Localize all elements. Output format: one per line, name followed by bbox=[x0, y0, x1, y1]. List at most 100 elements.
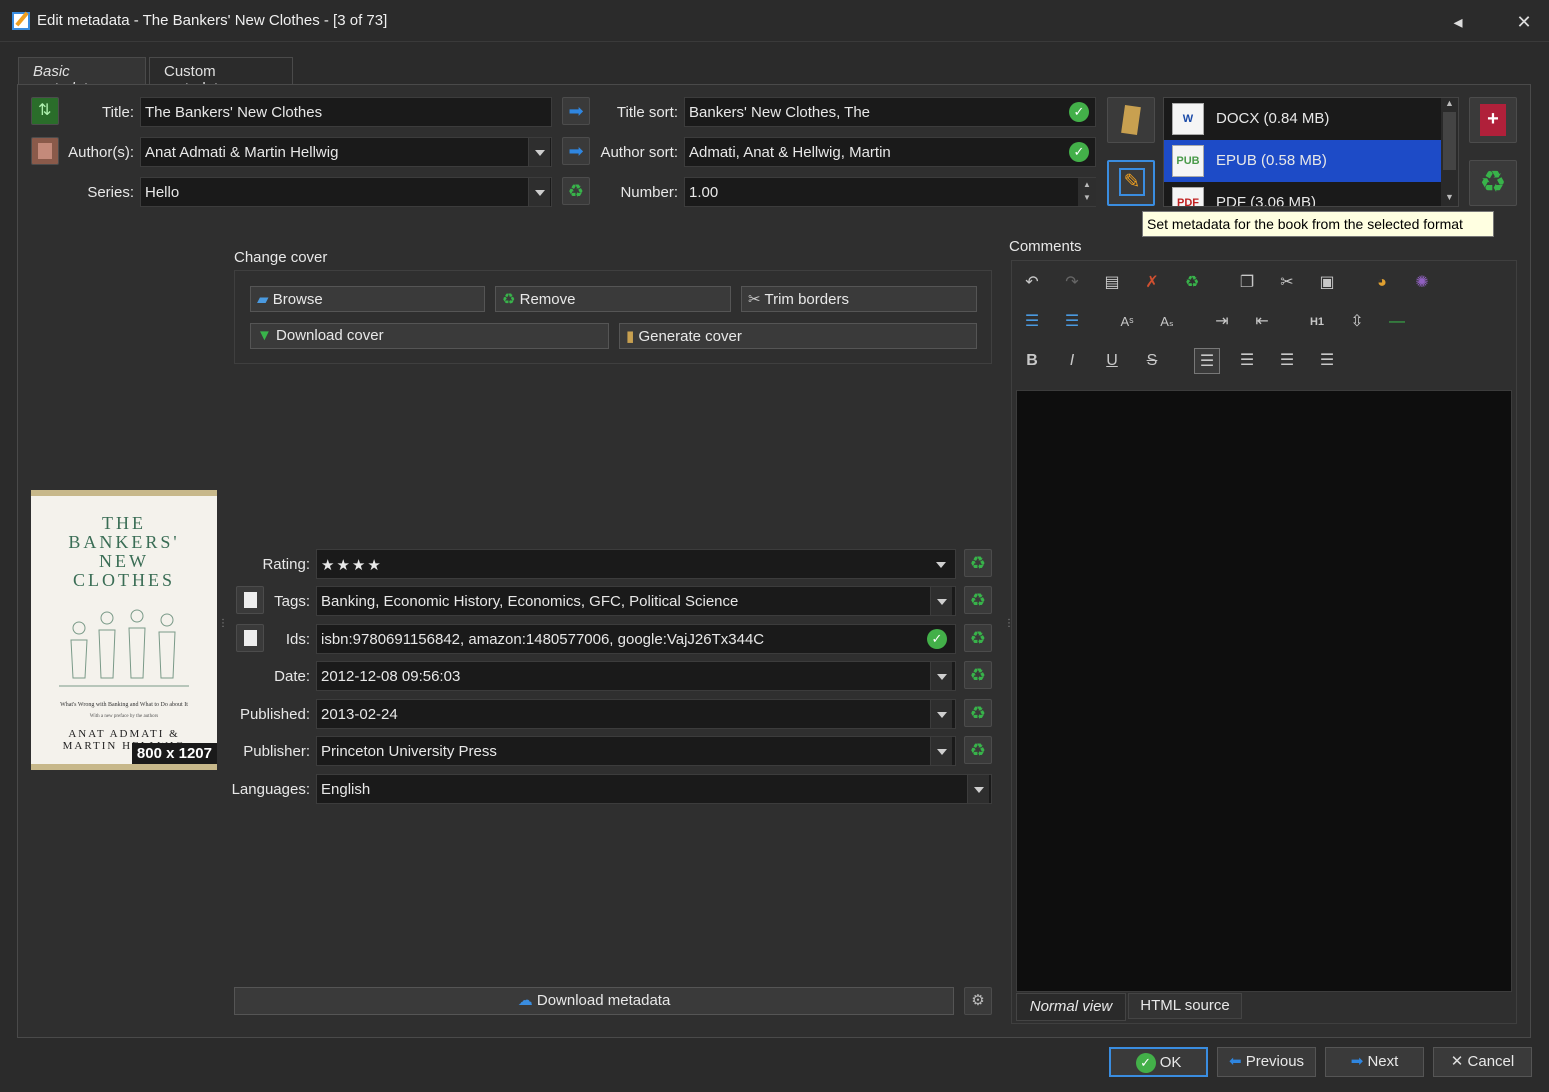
next-button[interactable]: ➡ Next bbox=[1325, 1047, 1424, 1077]
clear-published-button[interactable]: ♻ bbox=[964, 699, 992, 727]
cancel-button[interactable]: ✕ Cancel bbox=[1433, 1047, 1532, 1077]
superscript-icon[interactable]: Aˢ bbox=[1114, 309, 1140, 335]
tags-dropdown-arrow[interactable] bbox=[930, 587, 952, 615]
trim-icon: ✂ bbox=[748, 291, 761, 308]
title-field[interactable]: The Bankers' New Clothes bbox=[140, 97, 552, 127]
series-label: Series: bbox=[87, 184, 134, 201]
tags-field[interactable]: Banking, Economic History, Economics, GF… bbox=[316, 586, 956, 616]
format-item-docx[interactable]: W DOCX (0.84 MB) bbox=[1164, 98, 1442, 140]
languages-dropdown-arrow[interactable] bbox=[967, 775, 989, 803]
cut-icon[interactable]: ✂ bbox=[1274, 270, 1300, 296]
align-justify-icon[interactable]: ☰ bbox=[1314, 348, 1340, 374]
bold-icon[interactable]: B bbox=[1019, 348, 1045, 374]
clear-formatting-icon[interactable]: ✗ bbox=[1139, 270, 1165, 296]
browse-cover-button[interactable]: ▰ Browse bbox=[250, 286, 485, 312]
number-field[interactable]: 1.00 bbox=[684, 177, 1096, 207]
publisher-field[interactable]: Princeton University Press bbox=[316, 736, 956, 766]
format-item-pdf[interactable]: PDF PDF (3.06 MB) bbox=[1164, 182, 1442, 206]
languages-label: Languages: bbox=[231, 781, 310, 798]
remove-format-button[interactable]: ♻ bbox=[1469, 160, 1517, 206]
clear-publisher-button[interactable]: ♻ bbox=[964, 736, 992, 764]
align-left-icon[interactable]: ☰ bbox=[1194, 348, 1220, 374]
series-dropdown-arrow[interactable] bbox=[528, 178, 550, 206]
copy-author-to-sort-button[interactable]: ➡ bbox=[562, 137, 590, 165]
manage-authors-button[interactable] bbox=[31, 137, 59, 165]
tab-html-source[interactable]: HTML source bbox=[1128, 993, 1242, 1019]
strikethrough-icon[interactable]: S bbox=[1139, 348, 1165, 374]
close-icon[interactable]: ✕ bbox=[1512, 10, 1536, 34]
authors-field[interactable]: Anat Admati & Martin Hellwig bbox=[140, 137, 552, 167]
date-dropdown-arrow[interactable] bbox=[930, 662, 952, 690]
outdent-icon[interactable]: ⇤ bbox=[1249, 309, 1275, 335]
download-cover-button[interactable]: ▼ Download cover bbox=[250, 323, 609, 349]
copy-icon[interactable]: ❐ bbox=[1234, 270, 1260, 296]
previous-button[interactable]: ⬅ Previous bbox=[1217, 1047, 1316, 1077]
rating-label: Rating: bbox=[262, 556, 310, 573]
number-spinner[interactable]: ▲ ▼ bbox=[1078, 178, 1096, 206]
undo-icon[interactable]: ↶ bbox=[1019, 270, 1045, 296]
remove-cover-button[interactable]: ♻ Remove bbox=[495, 286, 731, 312]
swap-title-author-button[interactable]: ⇅ bbox=[31, 97, 59, 125]
rating-dropdown-arrow[interactable] bbox=[930, 550, 952, 578]
unordered-list-icon[interactable]: ☰ bbox=[1059, 309, 1085, 335]
tab-custom-metadata[interactable]: Custom metadata bbox=[149, 57, 293, 97]
tab-normal-view[interactable]: Normal view bbox=[1016, 993, 1126, 1021]
formats-list[interactable]: W DOCX (0.84 MB) PUB EPUB (0.58 MB) PDF … bbox=[1163, 97, 1459, 207]
ordered-list-icon[interactable]: ☰ bbox=[1019, 309, 1045, 335]
edit-metadata-icon bbox=[12, 12, 30, 30]
clear-ids-button[interactable]: ♻ bbox=[964, 624, 992, 652]
clear-rating-button[interactable]: ♻ bbox=[964, 549, 992, 577]
select-all-icon[interactable]: ▤ bbox=[1099, 270, 1125, 296]
configure-download-button[interactable]: ⚙ bbox=[964, 987, 992, 1015]
author-sort-field[interactable]: Admati, Anat & Hellwig, Martin bbox=[684, 137, 1096, 167]
clear-date-button[interactable]: ♻ bbox=[964, 661, 992, 689]
triangle-left-icon[interactable]: ◂ bbox=[1446, 10, 1470, 34]
date-field[interactable]: 2012-12-08 09:56:03 bbox=[316, 661, 956, 691]
tab-basic-metadata[interactable]: Basic metadata bbox=[18, 57, 146, 97]
italic-icon[interactable]: I bbox=[1059, 348, 1085, 374]
formats-scrollbar[interactable]: ▲ ▼ bbox=[1441, 98, 1458, 206]
publisher-dropdown-arrow[interactable] bbox=[930, 737, 952, 765]
subscript-icon[interactable]: Aₛ bbox=[1154, 309, 1180, 335]
comments-editor[interactable] bbox=[1016, 390, 1512, 992]
recycle-icon[interactable]: ♻ bbox=[1179, 270, 1205, 296]
rating-field[interactable]: ★★★★ bbox=[316, 549, 956, 579]
horizontal-rule-icon[interactable]: — bbox=[1384, 309, 1410, 335]
align-right-icon[interactable]: ☰ bbox=[1274, 348, 1300, 374]
paste-icon[interactable]: ▣ bbox=[1314, 270, 1340, 296]
splitter-handle-left[interactable]: ⋮ bbox=[218, 619, 228, 650]
clear-tags-button[interactable]: ♻ bbox=[964, 586, 992, 614]
underline-icon[interactable]: U bbox=[1099, 348, 1125, 374]
align-center-icon[interactable]: ☰ bbox=[1234, 348, 1260, 374]
published-label: Published: bbox=[239, 706, 310, 723]
indent-icon[interactable]: ⇥ bbox=[1209, 309, 1235, 335]
redo-icon[interactable]: ↷ bbox=[1059, 270, 1085, 296]
splitter-handle-right[interactable]: ⋮ bbox=[1004, 619, 1014, 650]
published-field[interactable]: 2013-02-24 bbox=[316, 699, 956, 729]
languages-field[interactable]: English bbox=[316, 774, 992, 804]
copy-title-to-sort-button[interactable]: ➡ bbox=[562, 97, 590, 125]
authors-dropdown-arrow[interactable] bbox=[528, 138, 550, 166]
window-title: Edit metadata - The Bankers' New Clothes… bbox=[37, 12, 388, 29]
set-cover-from-format-button[interactable] bbox=[1107, 97, 1155, 143]
format-item-epub[interactable]: PUB EPUB (0.58 MB) bbox=[1164, 140, 1442, 182]
ids-field[interactable]: isbn:9780691156842, amazon:1480577006, g… bbox=[316, 624, 956, 654]
ok-button[interactable]: ✓ OK bbox=[1109, 1047, 1208, 1077]
check-icon: ✓ bbox=[1135, 1053, 1156, 1074]
add-format-button[interactable]: + bbox=[1469, 97, 1517, 143]
background-color-icon[interactable]: ◕ bbox=[1369, 270, 1395, 296]
heading-icon[interactable]: H1 bbox=[1304, 309, 1330, 335]
trim-borders-button[interactable]: ✂ Trim borders bbox=[741, 286, 977, 312]
tooltip: Set metadata for the book from the selec… bbox=[1142, 211, 1494, 237]
generate-cover-button[interactable]: ▮ Generate cover bbox=[619, 323, 977, 349]
title-sort-field[interactable]: Bankers' New Clothes, The bbox=[684, 97, 1096, 127]
published-dropdown-arrow[interactable] bbox=[930, 700, 952, 728]
insert-separator-icon[interactable]: ⇳ bbox=[1344, 309, 1370, 335]
text-color-icon[interactable]: ✺ bbox=[1409, 270, 1435, 296]
cloud-download-icon: ☁ bbox=[517, 992, 533, 1009]
clear-series-button[interactable]: ♻ bbox=[562, 177, 590, 205]
cover-image[interactable]: THE BANKERS' NEW CLOTHES What's Wrong wi… bbox=[31, 490, 217, 770]
download-metadata-button[interactable]: ☁ Download metadata bbox=[234, 987, 954, 1015]
series-field[interactable]: Hello bbox=[140, 177, 552, 207]
set-metadata-from-format-button[interactable]: ✎ bbox=[1107, 160, 1155, 206]
